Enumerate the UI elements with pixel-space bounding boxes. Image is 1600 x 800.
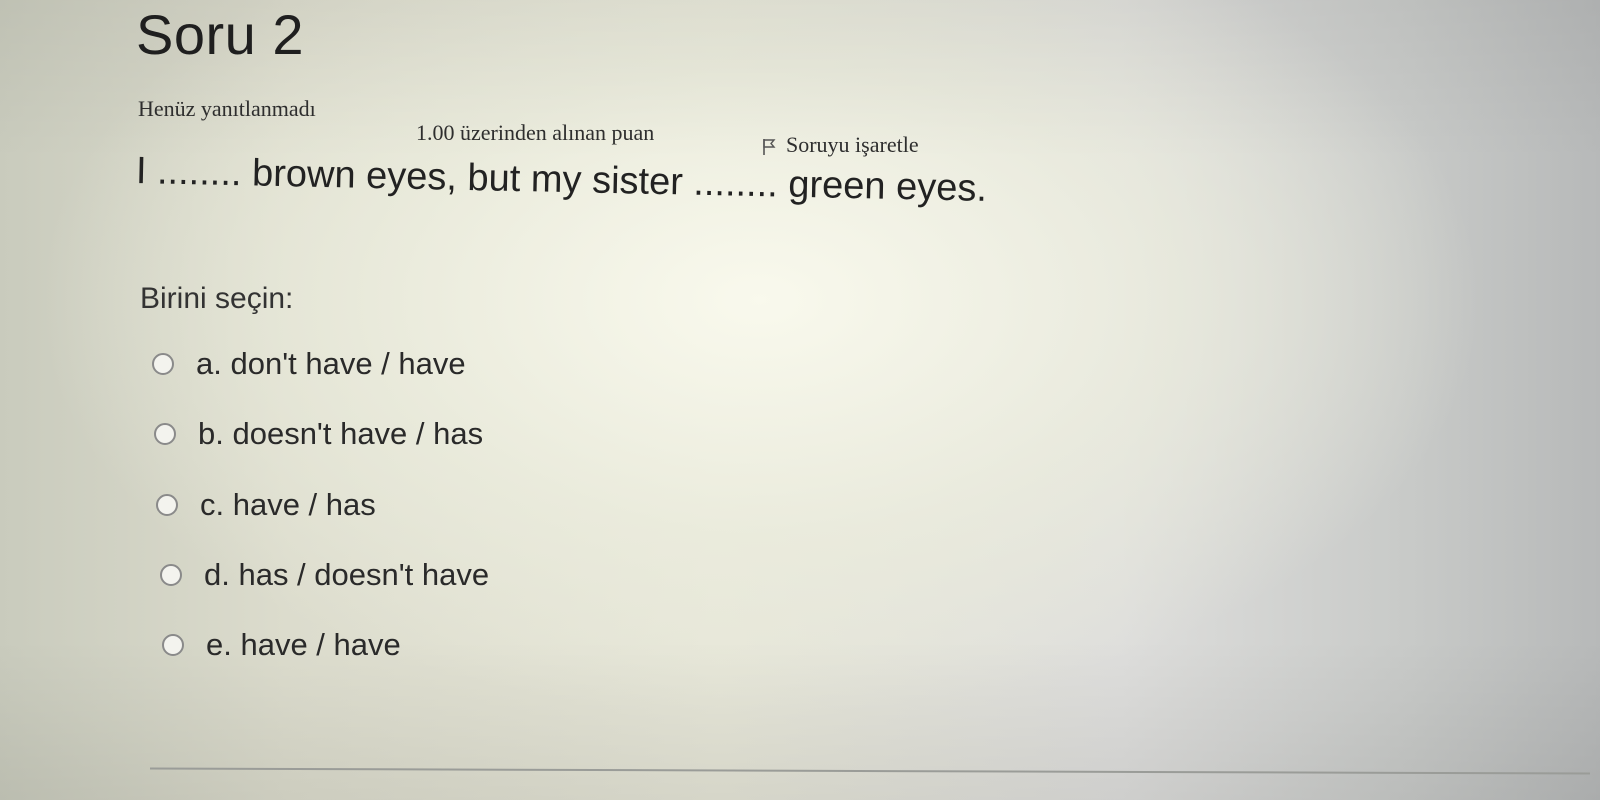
question-info: Henüz yanıtlanmadı 1.00 üzerinden alınan…: [138, 96, 978, 158]
radio-button-e[interactable]: [162, 634, 184, 656]
question-title: Soru 2: [136, 3, 304, 66]
divider: [150, 767, 1590, 775]
radio-button-d[interactable]: [160, 564, 182, 586]
answer-option-c[interactable]: c. have / has: [156, 487, 376, 523]
radio-button-a[interactable]: [152, 353, 174, 375]
question-grade: 1.00 üzerinden alınan puan: [416, 120, 655, 145]
answer-label-a: a. don't have / have: [196, 346, 466, 381]
answer-label-c: c. have / has: [200, 487, 376, 522]
answer-prompt: Birini seçin:: [140, 282, 294, 315]
answer-option-e[interactable]: e. have / have: [162, 627, 401, 663]
answer-label-d: d. has / doesn't have: [204, 557, 490, 592]
question-status: Henüz yanıtlanmadı: [138, 96, 316, 121]
question-text: I ........ brown eyes, but my sister ...…: [135, 150, 988, 210]
answer-option-d[interactable]: d. has / doesn't have: [160, 557, 489, 593]
flag-question-link[interactable]: Soruyu işaretle: [762, 132, 919, 158]
answer-option-b[interactable]: b. doesn't have / has: [154, 416, 483, 452]
answer-option-a[interactable]: a. don't have / have: [152, 346, 466, 382]
radio-button-b[interactable]: [154, 423, 176, 445]
answer-label-b: b. doesn't have / has: [198, 416, 484, 451]
answer-label-e: e. have / have: [206, 627, 401, 662]
flag-icon: [763, 138, 776, 155]
radio-button-c[interactable]: [156, 494, 178, 516]
flag-question-label: Soruyu işaretle: [786, 132, 919, 157]
